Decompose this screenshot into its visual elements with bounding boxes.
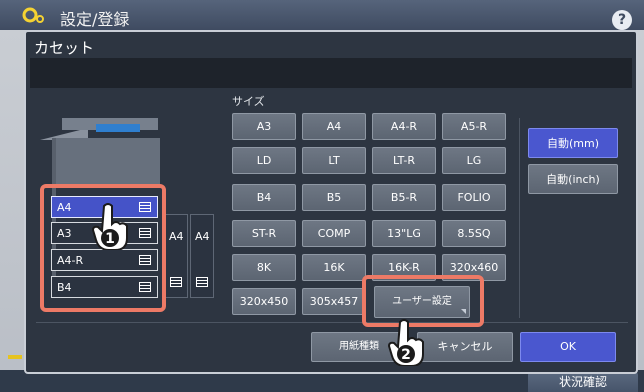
size-a4r-button[interactable]: A4-R <box>372 113 436 140</box>
pointing-hand-2-icon: 2 <box>387 319 424 366</box>
paper-stack-icon <box>196 277 208 287</box>
message-bar <box>30 58 632 88</box>
help-icon[interactable]: ? <box>612 10 632 30</box>
size-320x450-button[interactable]: 320x450 <box>232 288 296 315</box>
side-drawer-2-button[interactable]: A4 <box>190 214 214 298</box>
size-ld-button[interactable]: LD <box>232 147 296 174</box>
size-85sq-button[interactable]: 8.5SQ <box>442 220 506 247</box>
horizontal-divider <box>36 322 628 323</box>
dialog-title: カセット <box>34 39 95 57</box>
app-header-bar: 設定/登録 ? <box>0 0 644 30</box>
callout-number-1: 1 <box>105 231 115 247</box>
size-13lg-button[interactable]: 13"LG <box>372 220 436 247</box>
app-title: 設定/登録 <box>60 10 130 29</box>
size-comp-button[interactable]: COMP <box>302 220 366 247</box>
side-drawer-label: A4 <box>195 230 210 243</box>
pointing-hand-1-icon: 1 <box>91 203 128 250</box>
size-section-label: サイズ <box>232 95 265 108</box>
size-b5-button[interactable]: B5 <box>302 184 366 211</box>
paper-stack-icon <box>170 277 182 287</box>
size-b4-button[interactable]: B4 <box>232 184 296 211</box>
size-16k-button[interactable]: 16K <box>302 254 366 281</box>
size-b5r-button[interactable]: B5-R <box>372 184 436 211</box>
size-8k-button[interactable]: 8K <box>232 254 296 281</box>
size-a5r-button[interactable]: A5-R <box>442 113 506 140</box>
side-drawer-1-button[interactable]: A4 <box>164 214 188 298</box>
status-accent <box>8 355 22 359</box>
auto-inch-button[interactable]: 自動(inch) <box>528 164 618 194</box>
size-a3-button[interactable]: A3 <box>232 113 296 140</box>
size-str-button[interactable]: ST-R <box>232 220 296 247</box>
status-check-button[interactable]: 状況確認 <box>528 372 638 392</box>
settings-gear-icon <box>22 7 44 23</box>
size-a4-button[interactable]: A4 <box>302 113 366 140</box>
cancel-button[interactable]: キャンセル <box>417 332 513 362</box>
auto-mm-button[interactable]: 自動(mm) <box>528 128 618 158</box>
ok-button[interactable]: OK <box>520 332 616 362</box>
callout-number-2: 2 <box>401 347 411 363</box>
size-folio-button[interactable]: FOLIO <box>442 184 506 211</box>
side-drawer-label: A4 <box>169 230 184 243</box>
control-panel-illustration <box>96 124 140 132</box>
size-305x457-button[interactable]: 305x457 <box>302 288 366 315</box>
size-ltr-button[interactable]: LT-R <box>372 147 436 174</box>
size-lg-button[interactable]: LG <box>442 147 506 174</box>
machine-body-illustration <box>52 138 160 186</box>
size-lt-button[interactable]: LT <box>302 147 366 174</box>
vertical-divider <box>519 118 520 318</box>
